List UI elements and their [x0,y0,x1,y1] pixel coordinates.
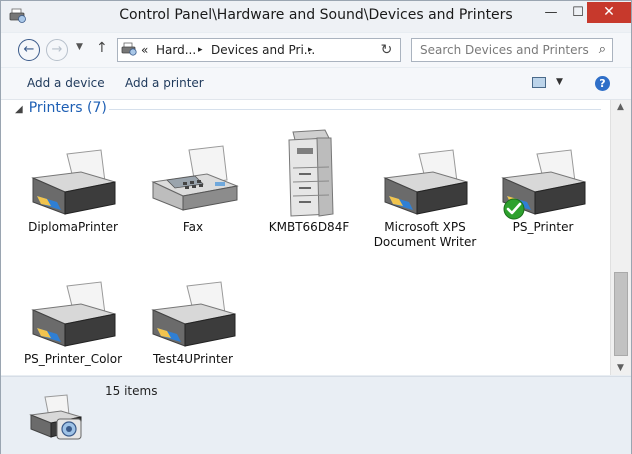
view-options-icon[interactable] [532,77,546,88]
details-pane: 15 items [1,376,631,454]
devices-printers-icon [29,394,82,440]
breadcrumb-devices-printers[interactable]: Devices and Pri... [211,43,315,57]
forward-button[interactable]: → [46,39,68,61]
command-bar: Add a device Add a printer ▼ ? [1,68,631,100]
printer-icon [31,281,116,347]
printer-label: PS_Printer [512,220,574,234]
group-label: Printers (7) [28,100,107,116]
search-icon[interactable]: ⌕ [599,42,606,57]
item-count: 15 items [105,384,158,398]
view-options-dropdown[interactable]: ▼ [556,77,563,87]
add-device-button[interactable]: Add a device [27,76,105,90]
refresh-button[interactable]: ↻ [373,38,401,62]
recent-locations-button[interactable]: ▼ [76,42,83,52]
printer-item[interactable]: PS_Printer_Color [15,258,131,367]
printers-group-header[interactable]: ◢ Printers (7) [15,100,107,116]
copier-icon [288,129,334,217]
copier-item[interactable]: KMBT66D84F [251,126,367,235]
window-title: Control Panel\Hardware and Sound\Devices… [119,7,513,23]
scroll-down-arrow-icon[interactable]: ▼ [617,363,624,373]
title-bar: Control Panel\Hardware and Sound\Devices… [1,1,631,32]
printer-icon [31,149,116,215]
printer-icon [151,281,236,347]
devices-printers-icon [121,42,137,56]
printer-label: Test4UPrinter [153,352,233,366]
printer-item[interactable]: Test4UPrinter [135,258,251,367]
search-placeholder: Search Devices and Printers [420,43,589,57]
devices-and-printers-window: Control Panel\Hardware and Sound\Devices… [0,0,632,454]
printer-label: PS_Printer_Color [23,352,123,366]
vertical-scrollbar[interactable]: ▲ ▼ [610,100,631,375]
navigation-bar: ← → ▼ ↑ « Hard... ▸ Devices and Pri... ▸… [1,33,631,67]
fax-item[interactable]: Fax [135,126,251,235]
address-bar[interactable]: « Hard... ▸ Devices and Pri... ▸ [117,38,401,62]
printer-label: KMBT66D84F [268,220,350,234]
printer-icon [383,149,468,215]
breadcrumb-overflow[interactable]: « [141,43,148,57]
collapse-arrow-icon[interactable]: ◢ [15,104,23,115]
back-button[interactable]: ← [18,39,40,61]
printer-item[interactable]: Microsoft XPS Document Writer [367,126,483,250]
default-check-icon [503,198,525,220]
up-button[interactable]: ↑ [96,40,108,56]
printer-label: DiplomaPrinter [28,220,118,234]
add-printer-button[interactable]: Add a printer [125,76,204,90]
breadcrumb-chevron[interactable]: ▸ [198,45,203,55]
scrollbar-thumb[interactable] [614,272,628,356]
scroll-up-arrow-icon[interactable]: ▲ [617,102,624,112]
group-divider [109,109,601,110]
printer-label: Microsoft XPS Document Writer [373,220,477,249]
devices-content-area: ◢ Printers (7) DiplomaPrinter Fax KMBT66… [1,100,610,375]
minimize-button[interactable]: — [538,2,564,23]
printer-label: Fax [182,220,204,234]
default-printer-item[interactable]: PS_Printer [485,126,601,235]
breadcrumb-chevron[interactable]: ▸ [308,45,313,55]
printer-item[interactable]: DiplomaPrinter [15,126,131,235]
close-button[interactable]: ✕ [587,2,631,23]
help-icon[interactable]: ? [595,76,610,91]
fax-icon [151,145,239,211]
search-input[interactable]: Search Devices and Printers ⌕ [411,38,613,62]
breadcrumb-hardware[interactable]: Hard... [156,43,196,57]
